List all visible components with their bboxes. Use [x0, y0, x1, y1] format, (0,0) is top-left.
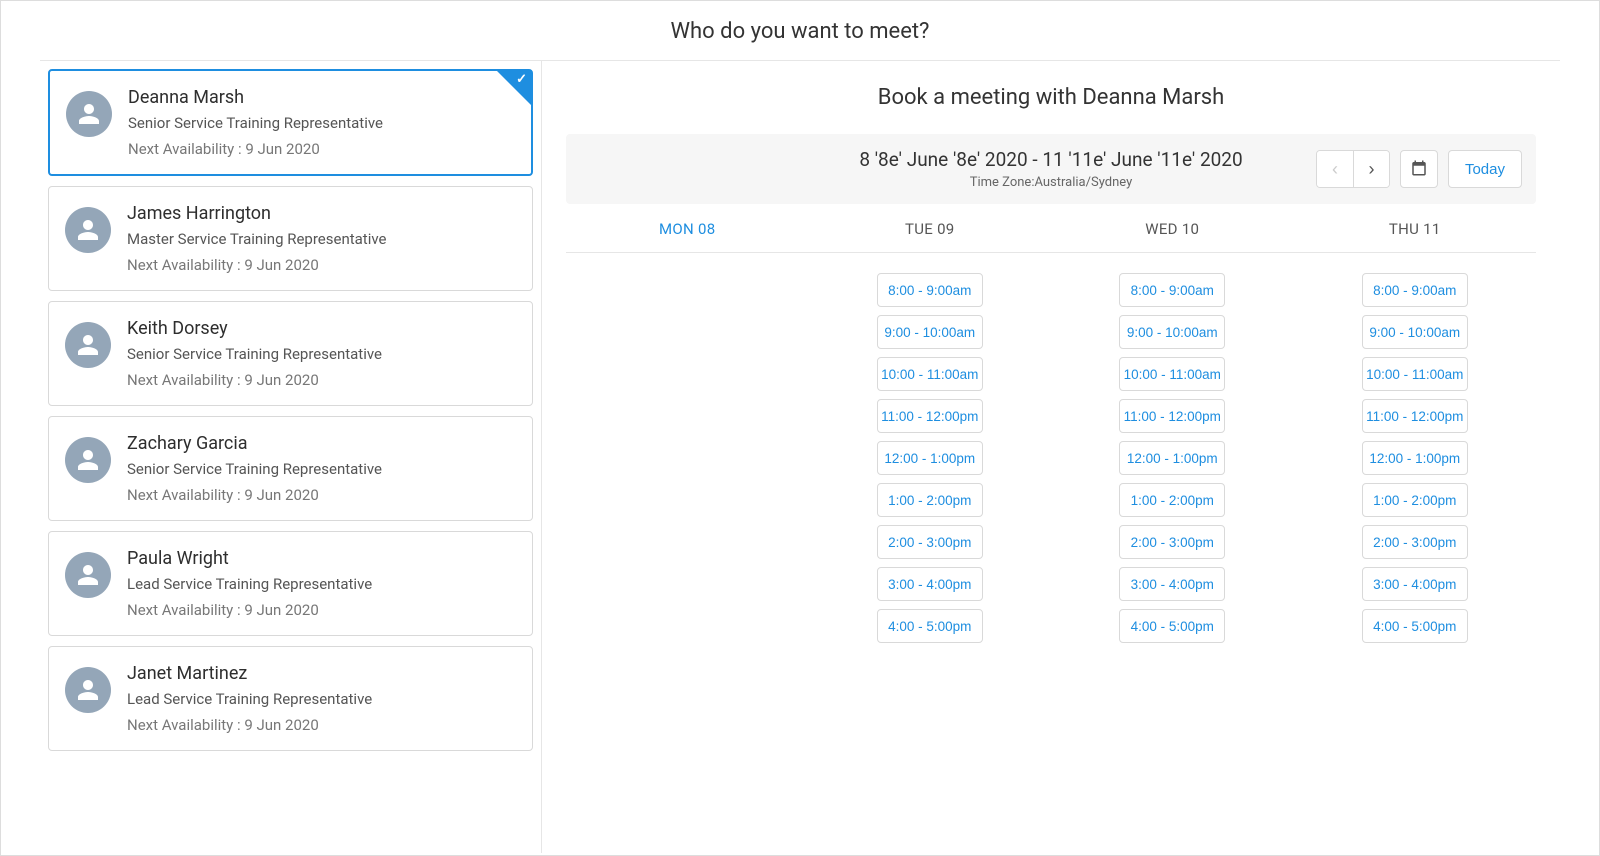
today-button[interactable]: Today [1448, 150, 1522, 188]
date-range: 8 '8e' June '8e' 2020 - 11 '11e' June '1… [859, 148, 1242, 171]
days-body: 8:00 - 9:00am 9:00 - 10:00am 10:00 - 11:00… [566, 273, 1536, 643]
day-column: 8:00 - 9:00am 9:00 - 10:00am 10:00 - 11:00… [809, 273, 1052, 643]
time-slot[interactable]: 8:00 - 9:00am [1362, 273, 1468, 307]
chevron-left-icon: ‹ [1332, 159, 1338, 180]
person-card[interactable]: James Harrington Master Service Training … [48, 186, 533, 291]
time-slot[interactable]: 4:00 - 5:00pm [1119, 609, 1225, 643]
time-slot[interactable]: 12:00 - 1:00pm [877, 441, 983, 475]
time-slot[interactable]: 10:00 - 11:00am [1362, 357, 1468, 391]
avatar [65, 667, 111, 713]
time-slot[interactable]: 3:00 - 4:00pm [877, 567, 983, 601]
day-header[interactable]: MON 08 [566, 220, 809, 238]
prev-week-button[interactable]: ‹ [1317, 151, 1353, 187]
day-column: 8:00 - 9:00am 9:00 - 10:00am 10:00 - 11:00… [1294, 273, 1537, 643]
page-title: Who do you want to meet? [40, 1, 1560, 61]
time-slot[interactable]: 3:00 - 4:00pm [1119, 567, 1225, 601]
avatar [65, 437, 111, 483]
person-availability: Next Availability : 9 Jun 2020 [128, 140, 383, 158]
person-role: Master Service Training Representative [127, 230, 386, 248]
avatar [65, 207, 111, 253]
time-slot[interactable]: 2:00 - 3:00pm [1119, 525, 1225, 559]
person-card[interactable]: Deanna Marsh Senior Service Training Repr… [48, 69, 533, 176]
person-card[interactable]: Keith Dorsey Senior Service Training Repr… [48, 301, 533, 406]
person-availability: Next Availability : 9 Jun 2020 [127, 486, 382, 504]
day-column [566, 273, 809, 643]
person-name: Keith Dorsey [127, 318, 382, 339]
time-slot[interactable]: 11:00 - 12:00pm [1362, 399, 1468, 433]
person-name: Deanna Marsh [128, 87, 383, 108]
time-slot[interactable]: 1:00 - 2:00pm [877, 483, 983, 517]
date-nav-arrows: ‹ › [1316, 150, 1390, 188]
person-name: Zachary Garcia [127, 433, 382, 454]
time-slot[interactable]: 12:00 - 1:00pm [1119, 441, 1225, 475]
person-role: Lead Service Training Representative [127, 690, 372, 708]
next-week-button[interactable]: › [1353, 151, 1389, 187]
person-availability: Next Availability : 9 Jun 2020 [127, 256, 386, 274]
person-availability: Next Availability : 9 Jun 2020 [127, 601, 372, 619]
day-header[interactable]: TUE 09 [809, 220, 1052, 238]
time-slot[interactable]: 4:00 - 5:00pm [877, 609, 983, 643]
time-slot[interactable]: 12:00 - 1:00pm [1362, 441, 1468, 475]
person-role: Senior Service Training Representative [127, 460, 382, 478]
person-name: Paula Wright [127, 548, 372, 569]
person-card[interactable]: Janet Martinez Lead Service Training Repr… [48, 646, 533, 751]
person-availability: Next Availability : 9 Jun 2020 [127, 371, 382, 389]
person-card[interactable]: Zachary Garcia Senior Service Training Re… [48, 416, 533, 521]
chevron-right-icon: › [1368, 159, 1374, 180]
day-column: 8:00 - 9:00am 9:00 - 10:00am 10:00 - 11:00… [1051, 273, 1294, 643]
time-slot[interactable]: 9:00 - 10:00am [1362, 315, 1468, 349]
days-header: MON 08TUE 09WED 10THU 11 [566, 220, 1536, 253]
time-slot[interactable]: 4:00 - 5:00pm [1362, 609, 1468, 643]
avatar [65, 322, 111, 368]
calendar-button[interactable] [1400, 150, 1438, 188]
booking-title: Book a meeting with Deanna Marsh [566, 85, 1536, 110]
person-role: Lead Service Training Representative [127, 575, 372, 593]
date-nav-bar: 8 '8e' June '8e' 2020 - 11 '11e' June '1… [566, 134, 1536, 204]
calendar-icon [1410, 159, 1428, 180]
time-slot[interactable]: 10:00 - 11:00am [877, 357, 983, 391]
day-header[interactable]: WED 10 [1051, 220, 1294, 238]
people-sidebar: Deanna Marsh Senior Service Training Repr… [40, 61, 542, 853]
time-slot[interactable]: 9:00 - 10:00am [1119, 315, 1225, 349]
time-slot[interactable]: 8:00 - 9:00am [877, 273, 983, 307]
person-name: Janet Martinez [127, 663, 372, 684]
person-role: Senior Service Training Representative [128, 114, 383, 132]
time-slot[interactable]: 2:00 - 3:00pm [877, 525, 983, 559]
time-slot[interactable]: 10:00 - 11:00am [1119, 357, 1225, 391]
person-name: James Harrington [127, 203, 386, 224]
time-slot[interactable]: 1:00 - 2:00pm [1119, 483, 1225, 517]
timezone-label: Time Zone:Australia/Sydney [859, 175, 1242, 190]
time-slot[interactable]: 8:00 - 9:00am [1119, 273, 1225, 307]
time-slot[interactable]: 1:00 - 2:00pm [1362, 483, 1468, 517]
person-role: Senior Service Training Representative [127, 345, 382, 363]
time-slot[interactable]: 9:00 - 10:00am [877, 315, 983, 349]
avatar [66, 91, 112, 137]
avatar [65, 552, 111, 598]
time-slot[interactable]: 11:00 - 12:00pm [1119, 399, 1225, 433]
time-slot[interactable]: 3:00 - 4:00pm [1362, 567, 1468, 601]
day-header[interactable]: THU 11 [1294, 220, 1537, 238]
time-slot[interactable]: 2:00 - 3:00pm [1362, 525, 1468, 559]
person-availability: Next Availability : 9 Jun 2020 [127, 716, 372, 734]
person-card[interactable]: Paula Wright Lead Service Training Repres… [48, 531, 533, 636]
time-slot[interactable]: 11:00 - 12:00pm [877, 399, 983, 433]
